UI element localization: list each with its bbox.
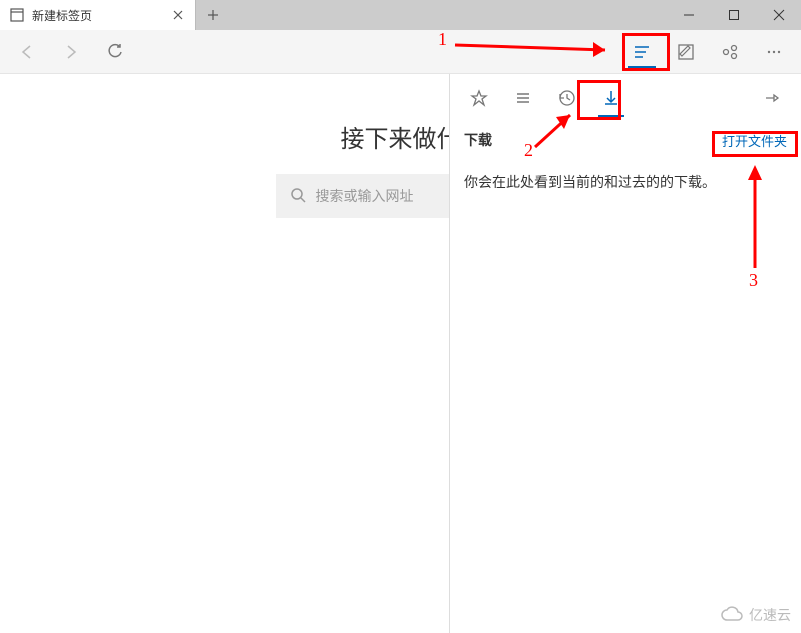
window-controls	[666, 0, 801, 30]
pin-panel-icon[interactable]	[755, 81, 789, 115]
reading-list-tab-icon[interactable]	[506, 81, 540, 115]
toolbar	[0, 30, 801, 74]
downloads-tab-icon[interactable]	[594, 81, 628, 115]
back-button[interactable]	[10, 35, 44, 69]
titlebar: 新建标签页	[0, 0, 801, 30]
hub-title-row: 下载 打开文件夹	[450, 122, 801, 158]
notes-button[interactable]	[669, 35, 703, 69]
maximize-button[interactable]	[711, 0, 756, 30]
favorites-tab-icon[interactable]	[462, 81, 496, 115]
watermark: 亿速云	[719, 605, 791, 625]
hub-button[interactable]	[625, 35, 659, 69]
close-tab-icon[interactable]	[171, 8, 185, 22]
minimize-button[interactable]	[666, 0, 711, 30]
open-folder-link[interactable]: 打开文件夹	[722, 131, 787, 150]
tab-title: 新建标签页	[32, 7, 163, 24]
hub-panel: 下载 打开文件夹 你会在此处看到当前的和过去的的下载。	[449, 74, 801, 633]
hub-body: 你会在此处看到当前的和过去的的下载。	[450, 158, 801, 206]
hub-tabs	[450, 74, 801, 122]
annotation-label-2: 2	[524, 140, 533, 161]
hub-title: 下载	[464, 130, 492, 150]
more-button[interactable]	[757, 35, 791, 69]
toolbar-right-group	[625, 35, 791, 69]
share-button[interactable]	[713, 35, 747, 69]
history-tab-icon[interactable]	[550, 81, 584, 115]
watermark-text: 亿速云	[749, 605, 791, 625]
page-icon	[10, 8, 24, 22]
close-window-button[interactable]	[756, 0, 801, 30]
annotation-label-1: 1	[438, 29, 447, 50]
empty-downloads-message: 你会在此处看到当前的和过去的的下载。	[464, 174, 716, 190]
page-headline: 接下来做什	[341, 119, 461, 154]
new-tab-button[interactable]	[196, 0, 230, 30]
browser-tab[interactable]: 新建标签页	[0, 0, 196, 30]
forward-button[interactable]	[54, 35, 88, 69]
search-icon	[290, 187, 306, 206]
refresh-button[interactable]	[98, 35, 132, 69]
annotation-label-3: 3	[749, 270, 758, 291]
